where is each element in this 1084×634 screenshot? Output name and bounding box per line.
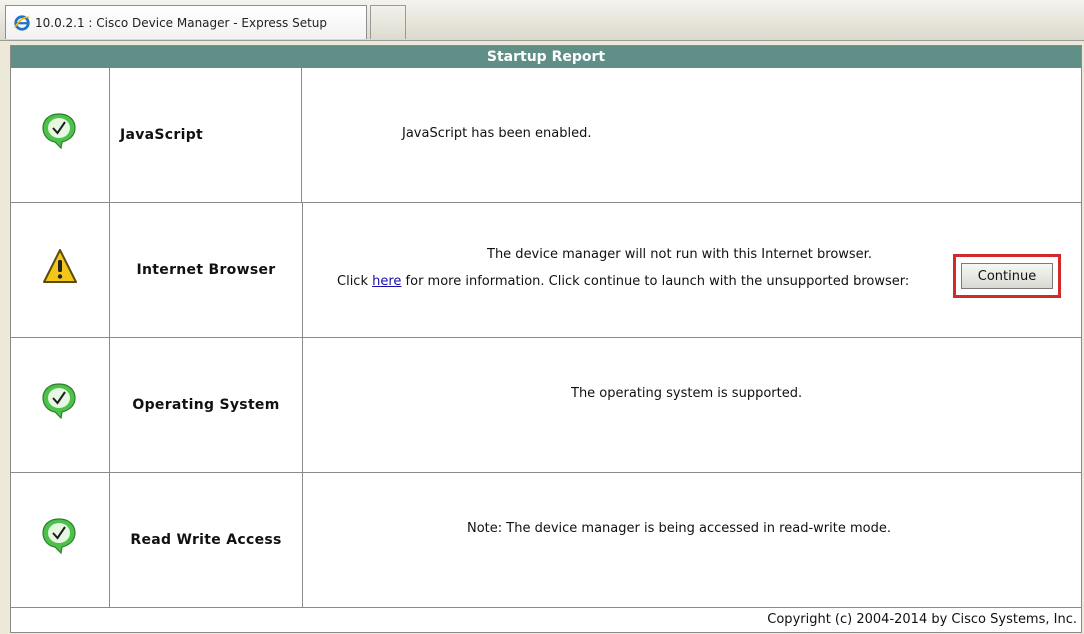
row-message: JavaScript has been enabled. xyxy=(402,126,592,141)
report-title: Startup Report xyxy=(11,46,1081,68)
browser-tab-bar: 10.0.2.1 : Cisco Device Manager - Expres… xyxy=(0,0,1084,41)
warning-icon xyxy=(43,249,77,283)
check-circle-icon xyxy=(42,113,76,150)
browser-warning-message: The device manager will not run with thi… xyxy=(487,247,872,262)
new-tab-button[interactable] xyxy=(370,5,406,39)
browser-tab-active[interactable]: 10.0.2.1 : Cisco Device Manager - Expres… xyxy=(5,5,367,39)
row-name: Read Write Access xyxy=(110,473,303,607)
report-row-internet-browser: Internet Browser The device manager will… xyxy=(11,203,1081,338)
row-name: Operating System xyxy=(110,338,303,472)
continue-highlight-box: Continue xyxy=(953,254,1061,298)
row-message: The operating system is supported. xyxy=(571,386,803,401)
check-circle-icon xyxy=(42,518,76,555)
report-row-operating-system: Operating System The operating system is… xyxy=(11,338,1081,473)
continue-button[interactable]: Continue xyxy=(961,263,1053,289)
ie-browser-icon xyxy=(14,14,30,31)
browser-info-suffix: for more information. Click continue to … xyxy=(401,274,910,289)
row-name: JavaScript xyxy=(110,68,302,202)
more-info-link[interactable]: here xyxy=(372,274,401,289)
browser-info-line: Click here for more information. Click c… xyxy=(337,274,909,289)
row-message: Note: The device manager is being access… xyxy=(467,521,891,536)
check-circle-icon xyxy=(42,383,76,420)
startup-report-panel: Startup Report JavaScript JavaScript has… xyxy=(10,45,1082,633)
row-name: Internet Browser xyxy=(110,203,303,337)
copyright-footer: Copyright (c) 2004-2014 by Cisco Systems… xyxy=(767,612,1077,627)
report-row-javascript: JavaScript JavaScript has been enabled. xyxy=(11,68,1081,203)
report-row-read-write-access: Read Write Access Note: The device manag… xyxy=(11,473,1081,608)
browser-tab-title: 10.0.2.1 : Cisco Device Manager - Expres… xyxy=(35,15,328,30)
browser-info-prefix: Click xyxy=(337,274,373,289)
